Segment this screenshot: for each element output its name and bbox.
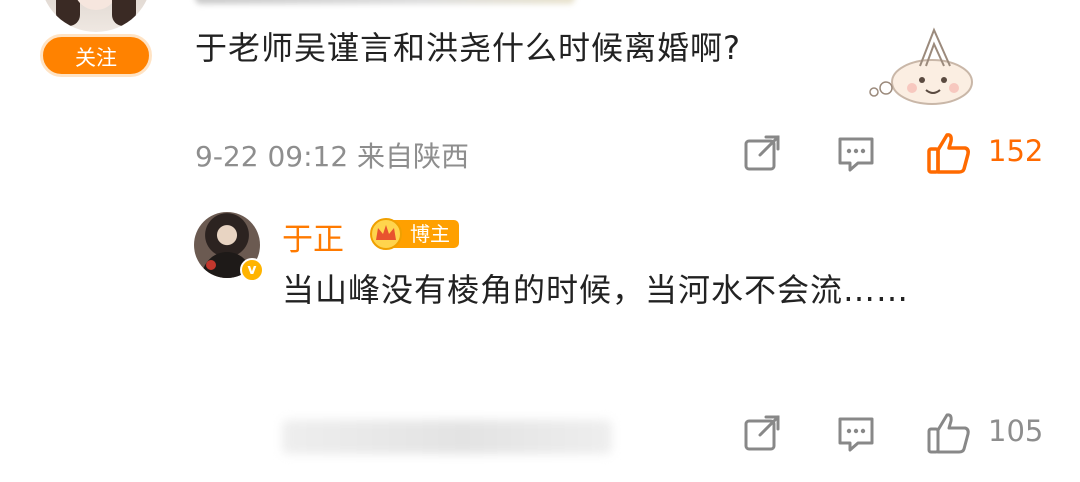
share-icon[interactable] bbox=[742, 133, 782, 173]
like-count: 152 bbox=[988, 134, 1044, 168]
like-icon[interactable] bbox=[926, 410, 972, 456]
reply-text: 当山峰没有棱角的时候，当河水不会流…… bbox=[282, 271, 910, 309]
verified-badge-icon: v bbox=[240, 258, 264, 282]
comment-icon[interactable] bbox=[836, 413, 876, 453]
top-comment-text: 于老师吴谨言和洪尧什么时候离婚啊? bbox=[195, 29, 741, 67]
blogger-badge: 博主 bbox=[367, 216, 459, 250]
comment-icon[interactable] bbox=[836, 133, 876, 173]
top-comment-meta: 9-22 09:12 来自陕西 bbox=[195, 140, 470, 173]
top-username-blurred bbox=[195, 0, 575, 4]
follow-button[interactable]: 关注 bbox=[40, 34, 152, 77]
crown-icon bbox=[370, 218, 402, 250]
reply-username[interactable]: 于正 bbox=[282, 214, 344, 259]
like-count: 105 bbox=[988, 414, 1044, 448]
reply-meta-blurred bbox=[282, 420, 612, 454]
share-icon[interactable] bbox=[742, 413, 782, 453]
like-icon[interactable] bbox=[926, 130, 972, 176]
top-commenter-avatar[interactable] bbox=[40, 0, 152, 32]
emoji-sticker bbox=[869, 27, 973, 105]
